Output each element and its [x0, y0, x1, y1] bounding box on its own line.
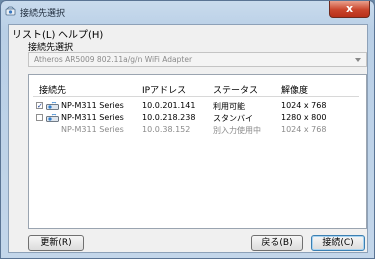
- menu-bar: リスト(L) ヘルプ(H): [9, 25, 367, 41]
- menu-help[interactable]: ヘルプ(H): [58, 26, 103, 41]
- connect-button[interactable]: 接続(C): [311, 235, 365, 251]
- window-title: 接続先選択: [20, 9, 66, 19]
- projector-icon: [46, 114, 59, 122]
- row-ip: 10.0.38.152: [142, 125, 191, 134]
- header-status[interactable]: ステータス: [213, 83, 258, 96]
- row-ip: 10.0.201.141: [142, 101, 196, 110]
- title-bar[interactable]: 接続先選択 x: [1, 1, 374, 23]
- header-resolution[interactable]: 解像度: [281, 83, 308, 96]
- table-row[interactable]: ✓ NP-M311 Series 10.0.201.141 利用可能 1024 …: [33, 101, 359, 111]
- row-status: 利用可能: [213, 102, 245, 111]
- app-icon: [5, 6, 16, 16]
- row-ip: 10.0.218.238: [142, 113, 196, 122]
- adapter-select[interactable]: Atheros AR5009 802.11a/g/n WiFi Adapter: [28, 52, 367, 67]
- adapter-value: Atheros AR5009 802.11a/g/n WiFi Adapter: [34, 55, 193, 64]
- row-name: NP-M311 Series: [61, 101, 124, 110]
- header-destination[interactable]: 接続先: [39, 83, 66, 96]
- row-status: スタンバイ: [213, 114, 253, 123]
- row-name: NP-M311 Series: [61, 113, 124, 122]
- row-name: NP-M311 Series: [61, 125, 124, 134]
- projector-icon: [46, 102, 59, 110]
- refresh-button[interactable]: 更新(R): [28, 235, 84, 251]
- menu-list[interactable]: リスト(L): [12, 26, 55, 41]
- header-ip[interactable]: IPアドレス: [142, 83, 186, 96]
- row-checkbox[interactable]: [36, 114, 43, 121]
- row-checkbox[interactable]: ✓: [36, 102, 43, 110]
- row-resolution: 1024 x 768: [281, 125, 327, 134]
- header-divider: [33, 96, 359, 97]
- dialog-window: 接続先選択 x リスト(L) ヘルプ(H) 接続先選択 Atheros AR50…: [0, 0, 375, 259]
- back-button[interactable]: 戻る(B): [251, 235, 303, 251]
- row-status: 別入力使用中: [213, 126, 261, 135]
- table-row: NP-M311 Series 10.0.38.152 別入力使用中 1024 x…: [33, 125, 359, 135]
- row-resolution: 1024 x 768: [281, 101, 327, 110]
- chevron-down-icon: [355, 58, 361, 62]
- row-resolution: 1280 x 800: [281, 113, 327, 122]
- client-area: リスト(L) ヘルプ(H) 接続先選択 Atheros AR5009 802.1…: [8, 24, 368, 253]
- connection-list[interactable]: 接続先 IPアドレス ステータス 解像度 ✓ NP-M311 Series 10…: [28, 74, 367, 229]
- close-button[interactable]: x: [329, 1, 370, 18]
- table-row[interactable]: NP-M311 Series 10.0.218.238 スタンバイ 1280 x…: [33, 113, 359, 123]
